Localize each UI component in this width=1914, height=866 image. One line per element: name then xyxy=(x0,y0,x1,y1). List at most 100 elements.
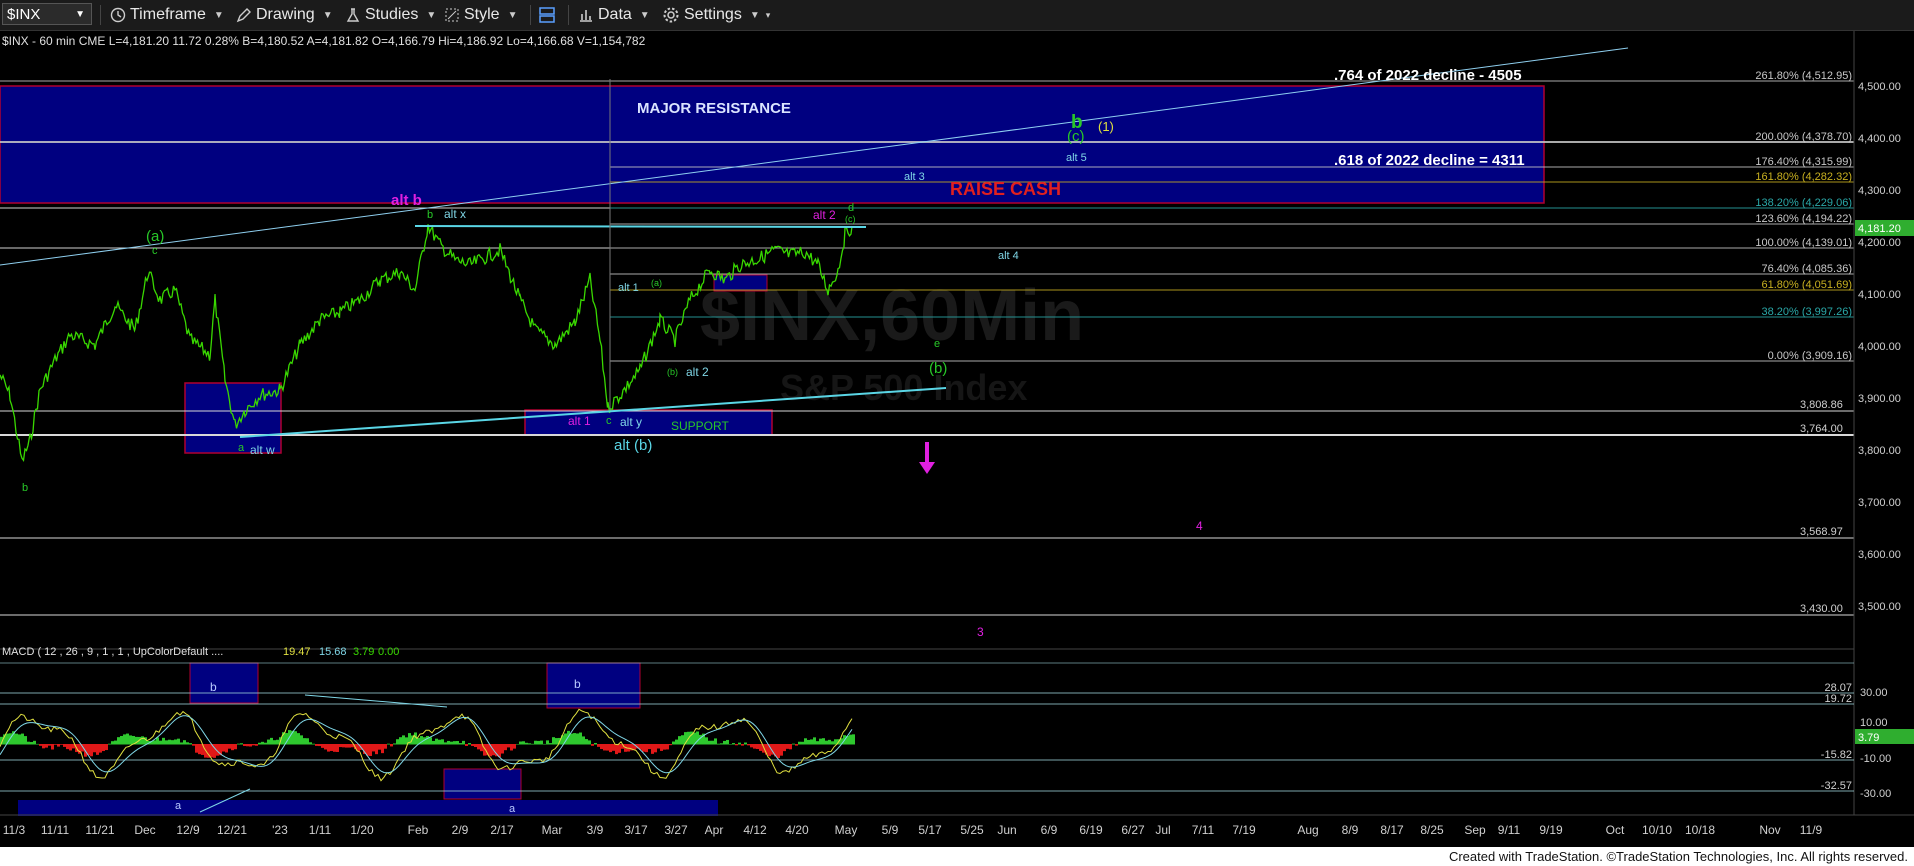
macd-histogram-bar xyxy=(804,738,807,745)
chevron-down-icon: ▼ xyxy=(213,9,224,21)
macd-histogram-bar xyxy=(657,744,660,749)
macd-histogram-bar xyxy=(591,744,594,746)
drawing-menu[interactable]: Drawing ▼ xyxy=(236,3,333,27)
layout-icon xyxy=(539,7,555,23)
macd-histogram-bar xyxy=(498,744,501,758)
macd-histogram-bar xyxy=(600,744,603,750)
macd-histogram-bar xyxy=(252,744,255,746)
studies-menu[interactable]: Studies ▼ xyxy=(345,3,436,27)
macd-histogram-bar xyxy=(198,744,201,755)
macd-histogram-bar xyxy=(540,740,543,745)
timeframe-menu[interactable]: Timeframe ▼ xyxy=(110,3,224,27)
macd-histogram-bar xyxy=(60,744,63,745)
neckline xyxy=(414,225,867,228)
fib-level-label: 61.80% (4,051.69) xyxy=(1761,279,1852,291)
time-tick-label: Apr xyxy=(705,823,724,837)
time-tick-label: Dec xyxy=(134,823,155,837)
data-label: Data xyxy=(598,6,632,23)
macd-histogram-bar xyxy=(708,740,711,745)
macd-histogram-bar xyxy=(168,739,171,745)
macd-header: MACD ( 12 , 26 , 9 , 1 , 1 , UpColorDefa… xyxy=(2,646,223,658)
wave-small-paren-b-label: (b) xyxy=(667,367,678,377)
macd-histogram-bar xyxy=(192,744,195,746)
macd-histogram-bar xyxy=(39,744,42,746)
macd-histogram-bar xyxy=(321,744,324,748)
down-arrow-icon xyxy=(919,442,935,474)
macd-histogram-bar xyxy=(246,744,249,747)
macd-histogram-bar xyxy=(234,744,237,750)
macd-histogram-bar xyxy=(594,742,597,745)
wave-4-label: 4 xyxy=(1196,519,1203,533)
macd-histogram-bar xyxy=(516,743,519,745)
macd-histogram-bar xyxy=(372,744,375,752)
macd-histogram-bar xyxy=(711,740,714,745)
settings-menu[interactable]: Settings ▼ ▾ xyxy=(662,3,770,27)
macd-histogram-bar xyxy=(63,744,66,747)
macd-histogram-bar xyxy=(798,741,801,745)
macd-histogram-bar xyxy=(651,744,654,754)
macd-histogram-bar xyxy=(606,744,609,751)
chart-toolbar: $INX ▼ Timeframe ▼ Drawing ▼ Studies ▼ Styl… xyxy=(0,0,1914,31)
fib-level-label: 200.00% (4,378.70) xyxy=(1755,131,1852,143)
macd-histogram-bar xyxy=(69,744,72,751)
macd-box-a2 xyxy=(443,768,522,800)
chevron-down-icon[interactable]: ▼ xyxy=(75,9,85,20)
macd-histogram-bar xyxy=(294,731,297,745)
style-label: Style xyxy=(464,6,500,23)
price-tick-label: 3,900.00 xyxy=(1858,393,1901,405)
macd-histogram-bar xyxy=(378,744,381,750)
style-menu[interactable]: Style ▼ xyxy=(444,3,517,27)
macd-histogram-bar xyxy=(15,733,18,745)
time-tick-label: 1/11 xyxy=(309,823,332,837)
alt-1-magenta-label: alt 1 xyxy=(568,414,591,428)
time-tick-label: Jul xyxy=(1155,823,1170,837)
symbol-field[interactable]: $INX ▼ xyxy=(2,3,92,25)
wave-c-label-mar: c xyxy=(606,415,612,427)
time-tick-label: 12/21 xyxy=(217,823,247,837)
time-tick-label: 5/25 xyxy=(960,823,984,837)
macd-histogram-bar xyxy=(756,744,759,750)
macd-histogram-bar xyxy=(99,744,102,753)
macd-histogram-bar xyxy=(744,742,747,745)
price-chart[interactable]: $INX - 60 min CME L=4,181.20 11.72 0.28%… xyxy=(0,31,1914,847)
price-tick-label: 4,300.00 xyxy=(1858,185,1901,197)
macd-histogram-bar xyxy=(393,743,396,745)
macd-histogram-bar xyxy=(189,743,192,745)
wave-d-label: d xyxy=(848,202,854,214)
macd-histogram-bar xyxy=(249,744,252,747)
macd-histogram-bar xyxy=(111,741,114,745)
macd-histogram-bar xyxy=(129,735,132,745)
wave-small-paren-c-label: (c) xyxy=(845,214,856,224)
macd-histogram-bar xyxy=(183,740,186,745)
toolbar-divider xyxy=(568,5,569,25)
macd-histogram-bar xyxy=(18,734,21,745)
macd-histogram-bar xyxy=(402,735,405,745)
macd-histogram-bar xyxy=(435,738,438,745)
macd-histogram-bar xyxy=(306,738,309,745)
macd-box-b1 xyxy=(189,662,259,704)
macd-histogram-bar xyxy=(786,744,789,749)
macd-value-2: 15.68 xyxy=(319,646,347,658)
macd-tick-label: 10.00 xyxy=(1860,717,1888,729)
macd-box-b1-label: b xyxy=(210,680,217,694)
macd-histogram-bar xyxy=(108,743,111,745)
time-tick-label: 10/18 xyxy=(1685,823,1715,837)
data-menu[interactable]: Data ▼ xyxy=(578,3,650,27)
level-label: 3,568.97 xyxy=(1800,526,1843,538)
macd-histogram-bar xyxy=(675,739,678,745)
macd-histogram-bar xyxy=(501,744,504,754)
macd-histogram-bar xyxy=(645,744,648,753)
macd-histogram-bar xyxy=(441,739,444,745)
fib-level-label: 261.80% (4,512.95) xyxy=(1755,70,1852,82)
time-tick-label: Mar xyxy=(542,823,563,837)
decline-764-label: .764 of 2022 decline - 4505 xyxy=(1334,67,1522,84)
macd-histogram-bar xyxy=(573,733,576,745)
chevron-down-icon: ▼ xyxy=(639,9,650,21)
macd-histogram-bar xyxy=(174,739,177,745)
wave-c-label-dec: c xyxy=(152,245,158,257)
macd-tick-label: -10.00 xyxy=(1860,753,1891,765)
macd-histogram-bar xyxy=(381,744,384,754)
macd-histogram-bar xyxy=(546,740,549,745)
layout-button[interactable] xyxy=(538,3,560,27)
fib-level-label: 0.00% (3,909.16) xyxy=(1768,350,1852,362)
